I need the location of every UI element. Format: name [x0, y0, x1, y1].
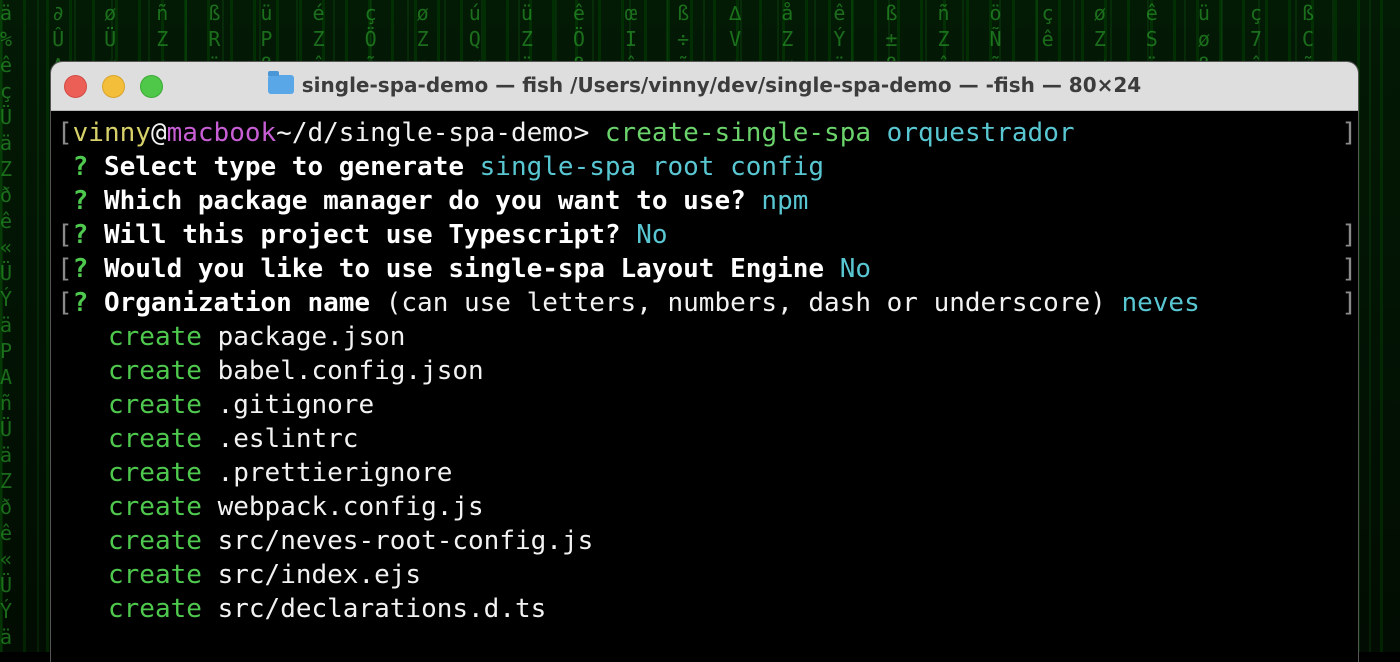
question-text: Which package manager do you want to use… — [103, 186, 746, 216]
prompt-command: create-single-spa — [604, 118, 872, 148]
question-mark: ? — [72, 152, 89, 182]
created-file-name: .prettierignore — [217, 458, 453, 488]
question-hint: (can use letters, numbers, dash or under… — [385, 288, 1106, 318]
created-file-name: src/declarations.d.ts — [217, 594, 547, 624]
created-file-name: .gitignore — [217, 390, 375, 420]
prompt-argument: orquestrador — [886, 118, 1075, 148]
question-mark: ? — [72, 186, 89, 216]
question-line: [? Will this project use Typescript? No] — [51, 218, 1358, 252]
question-text: Organization name — [103, 288, 371, 318]
create-verb: create — [108, 526, 202, 556]
title-bar[interactable]: single-spa-demo — fish /Users/vinny/dev/… — [51, 62, 1358, 111]
created-file-name: .eslintrc — [217, 424, 359, 454]
create-verb: create — [108, 492, 202, 522]
created-file-line: create webpack.config.js — [51, 490, 1358, 524]
window-title: single-spa-demo — fish /Users/vinny/dev/… — [51, 71, 1358, 97]
terminal-output[interactable]: [vinny@macbook~/d/single-spa-demo> creat… — [51, 116, 1358, 626]
line-bracket-right: ] — [1341, 254, 1357, 284]
create-verb: create — [108, 356, 202, 386]
prompt-user: vinny — [72, 118, 151, 148]
create-verb: create — [108, 560, 202, 590]
created-file-name: src/index.ejs — [217, 560, 422, 590]
create-verb: create — [108, 322, 202, 352]
created-file-name: src/neves-root-config.js — [217, 526, 594, 556]
created-file-line: create src/neves-root-config.js — [51, 524, 1358, 558]
question-text: Will this project use Typescript? — [103, 220, 621, 250]
line-bracket: [ — [57, 220, 73, 250]
created-file-line: create src/declarations.d.ts — [51, 592, 1358, 626]
create-verb: create — [108, 594, 202, 624]
question-line: [? Would you like to use single-spa Layo… — [51, 252, 1358, 286]
question-mark: ? — [72, 288, 89, 318]
created-file-name: package.json — [217, 322, 406, 352]
create-verb: create — [108, 458, 202, 488]
created-file-line: create src/index.ejs — [51, 558, 1358, 592]
create-verb: create — [108, 390, 202, 420]
question-answer: npm — [761, 186, 809, 216]
question-text: Would you like to use single-spa Layout … — [103, 254, 825, 284]
question-mark: ? — [72, 220, 89, 250]
question-line: ? Select type to generate single-spa roo… — [51, 150, 1358, 184]
question-answer: single-spa root config — [479, 152, 825, 182]
question-answer: neves — [1121, 288, 1200, 318]
line-bracket-right: ] — [1341, 220, 1357, 250]
folder-icon — [267, 71, 294, 94]
prompt-line: [vinny@macbook~/d/single-spa-demo> creat… — [51, 116, 1358, 150]
prompt-at: @ — [150, 118, 167, 148]
question-answer: No — [636, 220, 668, 250]
prompt-path: ~/d/single-spa-demo> — [276, 118, 590, 148]
created-file-name: webpack.config.js — [217, 492, 484, 522]
line-bracket-right: ] — [1341, 118, 1357, 148]
created-file-line: create babel.config.json — [51, 354, 1358, 388]
line-bracket: [ — [57, 118, 73, 148]
question-answer: No — [839, 254, 871, 284]
question-text: Select type to generate — [103, 152, 464, 182]
created-file-line: create .prettierignore — [51, 456, 1358, 490]
created-file-line: create .gitignore — [51, 388, 1358, 422]
line-bracket: [ — [57, 288, 73, 318]
window-title-text: single-spa-demo — fish /Users/vinny/dev/… — [301, 73, 1142, 97]
created-file-line: create .eslintrc — [51, 422, 1358, 456]
question-mark: ? — [72, 254, 89, 284]
created-file-line: create package.json — [51, 320, 1358, 354]
prompt-host: macbook — [166, 118, 277, 148]
line-bracket-right: ] — [1341, 288, 1357, 318]
line-bracket: [ — [57, 254, 73, 284]
create-verb: create — [108, 424, 202, 454]
question-line: ? Which package manager do you want to u… — [51, 184, 1358, 218]
question-line: [? Organization name (can use letters, n… — [51, 286, 1358, 320]
terminal-window[interactable]: single-spa-demo — fish /Users/vinny/dev/… — [51, 62, 1358, 662]
created-file-name: babel.config.json — [217, 356, 484, 386]
